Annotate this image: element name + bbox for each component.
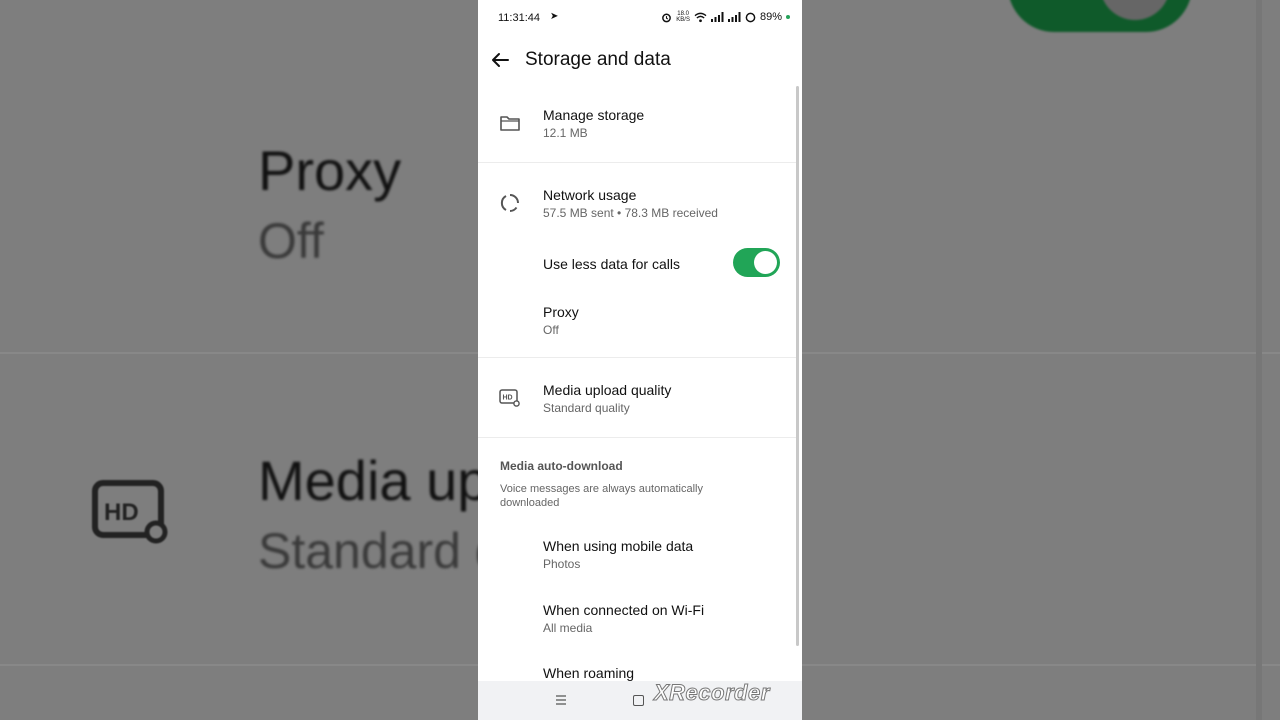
- toggle-knob: [754, 251, 777, 274]
- auto-download-wifi-item[interactable]: When connected on Wi-Fi All media: [478, 588, 796, 648]
- signal-icon-2: [727, 12, 741, 22]
- auto-download-mobile-value: Photos: [543, 557, 581, 571]
- auto-download-wifi-label: When connected on Wi-Fi: [543, 602, 705, 618]
- background-proxy-value: Off: [258, 213, 324, 269]
- section-note-voice-messages: Voice messages are always automatically …: [500, 483, 703, 509]
- status-time: 11:31:44: [498, 12, 541, 24]
- auto-download-mobile-label: When using mobile data: [543, 538, 694, 554]
- background-proxy-label: Proxy: [258, 139, 402, 202]
- svg-text:HD: HD: [503, 395, 513, 402]
- network-usage-label: Network usage: [543, 187, 637, 203]
- background-hd-icon: HD: [92, 480, 168, 544]
- network-speed-unit: KB/S: [676, 17, 690, 23]
- divider: [478, 437, 796, 438]
- status-bar: 11:31:44 ➤ 18.0 KB/S 89%: [478, 0, 802, 36]
- alarm-icon: [662, 13, 672, 22]
- app-bar: Storage and data: [478, 36, 802, 84]
- media-upload-quality-label: Media upload quality: [543, 382, 672, 398]
- menu-icon[interactable]: [555, 694, 567, 706]
- less-data-calls-label: Use less data for calls: [543, 256, 680, 272]
- media-upload-quality-value: Standard quality: [543, 401, 630, 415]
- section-title-auto-download: Media auto-download: [500, 459, 623, 473]
- home-icon[interactable]: [633, 695, 644, 706]
- notification-dot: [786, 15, 790, 19]
- less-data-calls-toggle[interactable]: [733, 248, 780, 277]
- wifi-icon: [694, 12, 707, 22]
- auto-download-mobile-item[interactable]: When using mobile data Photos: [478, 524, 796, 584]
- proxy-status: Off: [543, 323, 559, 337]
- scrollbar[interactable]: [796, 86, 799, 646]
- background-scrollbar: [1256, 0, 1262, 720]
- manage-storage-label: Manage storage: [543, 107, 645, 123]
- back-arrow-icon[interactable]: [488, 48, 512, 72]
- battery-level: 89%: [759, 11, 782, 23]
- status-icons: 18.0 KB/S 89%: [661, 11, 790, 23]
- signal-icon-1: [710, 12, 724, 22]
- auto-download-wifi-value: All media: [543, 621, 593, 635]
- divider: [478, 162, 796, 163]
- manage-storage-item[interactable]: Manage storage 12.1 MB: [478, 86, 796, 162]
- watermark: XRecorder: [654, 680, 770, 706]
- proxy-item[interactable]: Proxy Off: [478, 290, 796, 356]
- location-arrow-icon: ➤: [550, 11, 559, 22]
- auto-download-roaming-label: When roaming: [543, 665, 635, 681]
- background-media-value: Standard q: [258, 523, 503, 579]
- svg-text:HD: HD: [104, 499, 139, 526]
- background-toggle: [1008, 0, 1192, 32]
- manage-storage-size: 12.1 MB: [543, 126, 588, 140]
- media-upload-quality-item[interactable]: HD Media upload quality Standard quality: [478, 360, 796, 436]
- hd-settings-icon: HD: [499, 389, 520, 407]
- battery-icon: [745, 12, 756, 22]
- background-media-label: Media up: [258, 449, 489, 512]
- divider: [478, 357, 796, 358]
- network-usage-item[interactable]: Network usage 57.5 MB sent • 78.3 MB rec…: [478, 166, 796, 238]
- folder-icon: [500, 116, 520, 131]
- proxy-label: Proxy: [543, 304, 579, 320]
- page-title: Storage and data: [525, 49, 671, 70]
- phone-screen: 11:31:44 ➤ 18.0 KB/S 89% Storage and dat…: [478, 0, 802, 720]
- network-usage-icon: [500, 194, 519, 212]
- network-usage-stats: 57.5 MB sent • 78.3 MB received: [543, 206, 718, 220]
- network-speed: 18.0 KB/S: [676, 11, 690, 23]
